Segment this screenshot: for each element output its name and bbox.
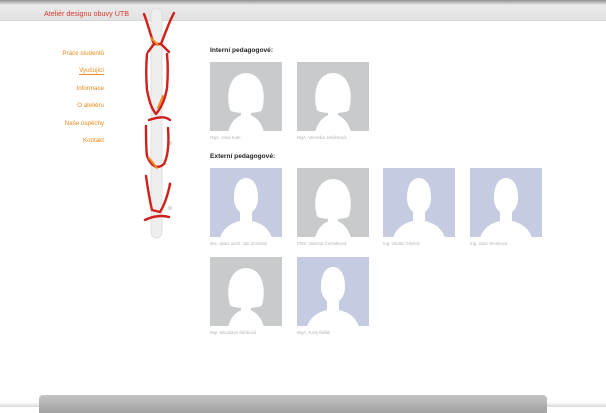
nav-item-label: Kontakt — [83, 136, 104, 144]
person-name: doc. akad. soch. Jan Zemanel — [210, 241, 268, 246]
person-name: MgA. Juraj Šidlák — [297, 330, 331, 335]
section-heading-internal: Interní pedagogové: — [210, 47, 274, 54]
person-card[interactable]: MgA. Veronika Jakóbková — [297, 62, 369, 140]
main-nav: Práce studentů Vyučující Informace O ate… — [40, 50, 104, 154]
person-name: MgA. Veronika Jakóbková — [297, 135, 347, 140]
nav-item-o-atelieru[interactable]: O ateliéru — [40, 102, 104, 119]
section-heading-external: Externí pedagogové: — [210, 153, 276, 160]
nav-item-label: Naše úspěchy — [64, 119, 104, 127]
person-photo — [470, 168, 542, 237]
person-photo — [297, 62, 369, 131]
male-silhouette-icon — [480, 178, 532, 237]
person-name: Ing. Václav Glinček — [383, 241, 420, 246]
person-card[interactable]: doc. akad. soch. Jan Zemanel — [210, 168, 282, 246]
person-card[interactable]: Mgr. Miroslava Štěrbová — [210, 257, 282, 335]
female-silhouette-icon — [315, 179, 351, 237]
female-silhouette-icon — [228, 73, 264, 131]
top-shadow — [0, 0, 606, 5]
nav-item-informace[interactable]: Informace — [40, 85, 104, 102]
male-silhouette-icon — [220, 178, 272, 237]
person-name: Mgr. Miroslava Štěrbová — [210, 330, 257, 335]
person-photo — [210, 168, 282, 237]
nav-item-nase-uspechy[interactable]: Naše úspěchy — [40, 120, 104, 137]
nav-item-label: Informace — [76, 84, 104, 92]
footer-bar — [39, 395, 547, 413]
nav-item-label: O ateliéru — [77, 102, 104, 110]
person-name: PhDr. Martina Čermáková — [297, 241, 347, 246]
person-photo — [297, 168, 369, 237]
female-silhouette-icon — [228, 268, 264, 326]
nav-item-label: Práce studentů — [62, 50, 104, 57]
male-silhouette-icon — [393, 178, 445, 237]
nav-item-vyucujici[interactable]: Vyučující — [40, 67, 104, 84]
person-card[interactable]: MgA. Jana Kurk — [210, 62, 282, 140]
nav-item-prace-studentu[interactable]: Práce studentů — [40, 50, 104, 67]
person-card[interactable]: Ing. Václav Glinček — [383, 168, 455, 246]
person-card[interactable]: MgA. Juraj Šidlák — [297, 257, 369, 335]
male-silhouette-icon — [307, 267, 359, 326]
person-name: Ing. Jana Teneková — [470, 241, 508, 246]
person-card[interactable]: PhDr. Martina Čermáková — [297, 168, 369, 246]
person-photo — [210, 62, 282, 131]
nav-item-label: Vyučující — [79, 67, 104, 76]
hod-logo-icon — [142, 8, 176, 239]
nav-item-kontakt[interactable]: Kontakt — [40, 137, 104, 154]
female-silhouette-icon — [315, 73, 351, 131]
person-card[interactable]: Ing. Jana Teneková — [470, 168, 542, 246]
person-name: MgA. Jana Kurk — [210, 135, 241, 140]
brand-link[interactable]: Ateliér designu obuvy UTB — [44, 9, 129, 18]
person-photo — [383, 168, 455, 237]
person-photo — [297, 257, 369, 326]
person-photo — [210, 257, 282, 326]
